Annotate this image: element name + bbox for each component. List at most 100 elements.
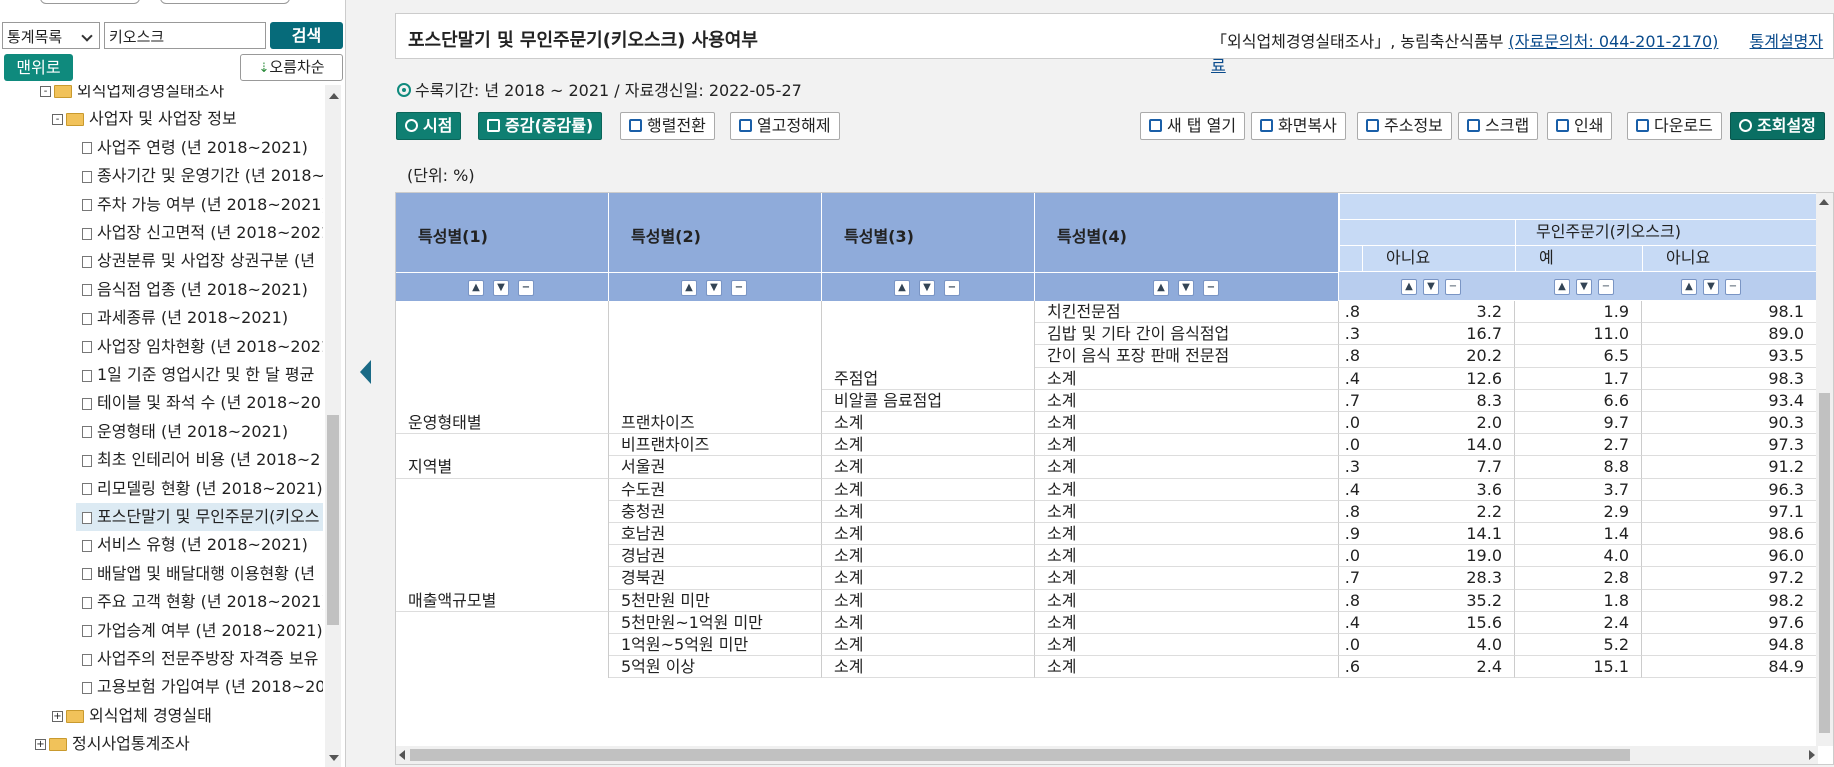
tree-item[interactable]: 포스단말기 및 무인주문기(키오스 (76, 503, 323, 531)
tree-item[interactable]: 종사기간 및 운영기간 (년 2018~ (80, 162, 323, 190)
scroll-up-icon[interactable] (329, 93, 339, 99)
scroll-up-icon[interactable] (1819, 199, 1829, 205)
document-icon (82, 284, 92, 297)
gear-icon (1739, 119, 1752, 132)
tree-item[interactable]: 상권분류 및 사업장 상권구분 (년 (80, 247, 323, 275)
category-cell (609, 323, 822, 346)
sort-down-icon[interactable]: ▼ (1178, 280, 1194, 296)
document-icon (82, 199, 92, 212)
sort-down-icon[interactable]: ▼ (1576, 279, 1592, 295)
remove-icon[interactable]: − (518, 280, 534, 296)
unfix-columns-button[interactable]: 열고정해제 (730, 112, 840, 140)
grid-vscroll-thumb[interactable] (1819, 393, 1830, 733)
tree-item[interactable]: 서비스 유형 (년 2018~2021) (80, 531, 323, 559)
value-cell: .8 (1339, 301, 1362, 324)
collapse-icon[interactable]: - (52, 114, 63, 126)
tree-folder[interactable]: - 사업자 및 사업장 정보 (52, 105, 323, 133)
scroll-right-icon[interactable] (1809, 750, 1815, 760)
category-select[interactable]: 통계목록 (2, 22, 100, 49)
tree-item[interactable]: 주요 고객 현황 (년 2018~2021) (80, 588, 323, 616)
tree-item[interactable]: 음식점 업종 (년 2018~2021) (80, 276, 323, 304)
value-cell: .4 (1339, 368, 1362, 390)
category-cell: 소계 (822, 456, 1035, 479)
tree-item[interactable]: 배달앱 및 배달대행 이용현황 (년 (80, 560, 323, 588)
time-button[interactable]: 시점 (396, 112, 462, 140)
tree-item[interactable]: 고용보험 가입여부 (년 2018~20 (80, 673, 323, 701)
remove-icon[interactable]: − (1445, 279, 1461, 295)
tree-item[interactable]: 사업장 신고면적 (년 2018~2021 (80, 219, 323, 247)
value-cell: .0 (1339, 434, 1362, 457)
tree-scrollbar[interactable] (325, 85, 341, 767)
copy-icon (1260, 119, 1273, 132)
search-input[interactable]: 키오스크 (104, 22, 266, 49)
tree-item[interactable]: 운영형태 (년 2018~2021) (80, 418, 323, 446)
sort-up-icon[interactable]: ▲ (1554, 279, 1570, 295)
download-button[interactable]: 다운로드 (1627, 112, 1722, 140)
sort-down-icon[interactable]: ▼ (919, 280, 935, 296)
query-settings-button[interactable]: 조회설정 (1730, 112, 1825, 140)
tree-item-label: 사업장 임차현황 (년 2018~2021 (97, 336, 323, 356)
tree-item[interactable]: 가업승계 여부 (년 2018~2021) (80, 617, 323, 645)
scroll-left-icon[interactable] (399, 750, 405, 760)
scroll-top-button[interactable]: 맨위로 (4, 54, 73, 81)
category-cell: 소계 (822, 611, 1035, 634)
sort-up-icon[interactable]: ▲ (1153, 280, 1169, 296)
collapse-sidebar-icon[interactable] (360, 360, 371, 384)
remove-icon[interactable]: − (731, 280, 747, 296)
grid-hscrollbar[interactable] (396, 746, 1818, 764)
remove-icon[interactable]: − (1725, 279, 1741, 295)
tree-item[interactable]: 사업장 임차현황 (년 2018~2021 (80, 333, 323, 361)
screen-copy-button[interactable]: 화면복사 (1251, 112, 1346, 140)
sort-up-icon[interactable]: ▲ (1681, 279, 1697, 295)
collapse-icon[interactable]: - (40, 86, 51, 97)
remove-icon[interactable]: − (1203, 280, 1219, 296)
sort-up-icon[interactable]: ▲ (1401, 279, 1417, 295)
tree-item[interactable]: 주차 가능 여부 (년 2018~2021) (80, 191, 323, 219)
tree-item[interactable]: 1일 기준 영업시간 및 한 달 평균 (80, 361, 323, 389)
header-col-3-label: 특성별(3) (844, 227, 914, 246)
grid-hscroll-thumb[interactable] (410, 749, 1630, 761)
scrap-button[interactable]: 스크랩 (1458, 112, 1539, 140)
print-button[interactable]: 인쇄 (1547, 112, 1613, 140)
remove-icon[interactable]: − (1598, 279, 1614, 295)
category-cell: 5천만원 미만 (609, 589, 822, 612)
value-cell: 3.2 (1362, 301, 1515, 324)
tree-item[interactable]: 리모델링 현황 (년 2018~2021) (80, 475, 323, 503)
category-cell: 소계 (1035, 589, 1339, 612)
sort-down-icon[interactable]: ▼ (1423, 279, 1439, 295)
grid-vscrollbar[interactable] (1816, 193, 1833, 746)
sort-down-icon[interactable]: ▼ (1703, 279, 1719, 295)
sort-ascending-button[interactable]: ⇣오름차순 (240, 54, 343, 81)
tree-folder[interactable]: + 정시사업통계조사 (35, 730, 323, 758)
stat-tree: - 외식업체경영실태조사 - 사업자 및 사업장 정보 사업주 연령 (년 2018~2… (0, 85, 323, 767)
rate-button[interactable]: 증감(증감률) (478, 112, 603, 140)
remove-icon[interactable]: − (944, 280, 960, 296)
tree-folder[interactable]: + 외식업체 경영실태 (52, 702, 323, 730)
expand-icon[interactable]: + (35, 739, 46, 751)
expand-icon[interactable]: + (52, 710, 63, 722)
tree-item[interactable]: 사업주 연령 (년 2018~2021) (80, 134, 323, 162)
sort-up-icon[interactable]: ▲ (681, 280, 697, 296)
tree-item-label: 1일 기준 영업시간 및 한 달 평균 (97, 365, 315, 384)
contact-link[interactable]: (자료문의처: 044-201-2170) (1509, 32, 1719, 51)
category-cell: 프랜차이즈 (609, 412, 822, 435)
value-cell: 16.7 (1362, 323, 1515, 346)
tree-item[interactable]: 사업주의 전문주방장 자격증 보유 (80, 645, 323, 673)
value-cell: .0 (1339, 634, 1362, 657)
new-tab-button[interactable]: 새 탭 열기 (1140, 112, 1246, 140)
address-info-button[interactable]: 주소정보 (1357, 112, 1452, 140)
tree-folder[interactable]: - 외식업체경영실태조사 (40, 85, 323, 105)
category-cell: 지역별 (396, 456, 609, 479)
sort-up-icon[interactable]: ▲ (468, 280, 484, 296)
tree-item[interactable]: 과세종류 (년 2018~2021) (80, 304, 323, 332)
sort-down-icon[interactable]: ▼ (706, 280, 722, 296)
tree-item[interactable]: 테이블 및 좌석 수 (년 2018~20 (80, 389, 323, 417)
sort-up-icon[interactable]: ▲ (894, 280, 910, 296)
pivot-button[interactable]: 행렬전환 (620, 112, 715, 140)
search-button[interactable]: 검색 (270, 22, 343, 49)
tree-scroll-thumb[interactable] (327, 415, 339, 625)
scroll-down-icon[interactable] (329, 755, 339, 761)
category-cell (396, 367, 609, 390)
tree-item[interactable]: 최초 인테리어 비용 (년 2018~2 (80, 446, 323, 474)
sort-down-icon[interactable]: ▼ (493, 280, 509, 296)
